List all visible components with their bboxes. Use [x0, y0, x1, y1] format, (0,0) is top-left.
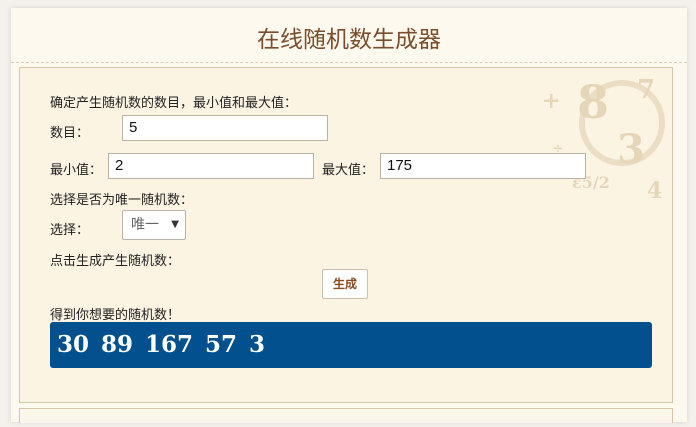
- count-input[interactable]: 5: [122, 115, 328, 141]
- page-title: 在线随机数生成器: [257, 27, 441, 53]
- svg-text:4: 4: [647, 178, 662, 204]
- intro-text: 确定产生随机数的数目，最小值和最大值：: [50, 96, 298, 111]
- svg-text:7: 7: [637, 75, 655, 105]
- unique-select-value: 唯一: [131, 217, 159, 233]
- generate-prompt: 点击生成产生随机数：: [50, 254, 181, 269]
- max-label: 最大值：: [322, 163, 375, 178]
- svg-text:8: 8: [577, 75, 609, 129]
- max-input[interactable]: 175: [380, 153, 586, 179]
- min-input[interactable]: 2: [108, 153, 314, 179]
- form-panel: 8 3 + 7 ε5/2 4 ÷ 确定产生随机数的数目，最小值和最大值： 数目：…: [19, 67, 673, 403]
- result-output: 30 89 167 57 3: [50, 322, 652, 368]
- generate-button[interactable]: 生成: [322, 269, 368, 299]
- min-label: 最小值：: [50, 163, 103, 178]
- svg-text:3: 3: [617, 126, 645, 173]
- unique-select[interactable]: 唯一 ▼: [122, 210, 186, 240]
- svg-text:+: +: [542, 88, 560, 114]
- result-label: 得到你想要的随机数！: [50, 308, 181, 323]
- chevron-down-icon: ▼: [171, 219, 179, 230]
- header: 在线随机数生成器: [11, 8, 687, 63]
- generator-card: 在线随机数生成器 8 3 + 7 ε5/2 4 ÷ 确定产生随机数的数目，最小值…: [11, 8, 687, 423]
- count-label: 数目：: [50, 126, 90, 141]
- unique-prompt: 选择是否为唯一随机数：: [50, 193, 194, 208]
- select-label: 选择：: [50, 223, 90, 238]
- bottom-section: [19, 408, 673, 423]
- numbers-decoration: 8 3 + 7 ε5/2 4 ÷: [542, 75, 665, 204]
